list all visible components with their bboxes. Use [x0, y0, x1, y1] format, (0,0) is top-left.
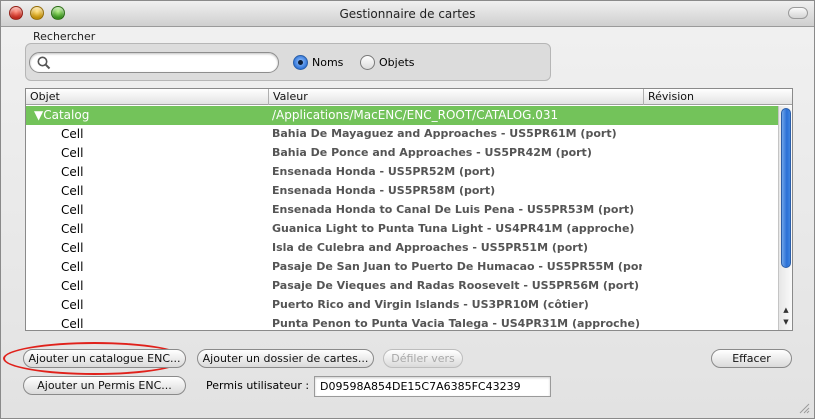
search-input[interactable]	[55, 54, 273, 71]
table-row[interactable]: Cell Ensenada Honda - US5PR52M (port)	[26, 163, 778, 182]
row-value: Isla de Culebra and Approaches - US5PR51…	[272, 241, 589, 254]
row-object: ▼Catalog	[34, 108, 90, 122]
row-object: Cell	[61, 317, 84, 331]
clear-button[interactable]: Effacer	[711, 349, 792, 368]
row-object: Cell	[61, 146, 84, 160]
window-title: Gestionnaire de cartes	[339, 7, 476, 21]
row-object: Cell	[61, 165, 84, 179]
add-chart-folder-button[interactable]: Ajouter un dossier de cartes...	[197, 349, 374, 368]
table-row[interactable]: Cell Isla de Culebra and Approaches - US…	[26, 239, 778, 258]
vertical-scrollbar[interactable]: ▲ ▼	[778, 106, 792, 330]
table-row-catalog[interactable]: ▼Catalog /Applications/MacENC/ENC_ROOT/C…	[26, 106, 778, 125]
row-value: /Applications/MacENC/ENC_ROOT/CATALOG.03…	[272, 108, 559, 122]
table-row[interactable]: Cell Pasaje De Vieques and Radas Rooseve…	[26, 277, 778, 296]
row-value: Ensenada Honda to Canal De Luis Pena - U…	[272, 203, 635, 216]
search-group-caption: Rechercher	[33, 30, 96, 43]
row-value: Ensenada Honda - US5PR58M (port)	[272, 184, 496, 197]
row-value: Bahia De Mayaguez and Approaches - US5PR…	[272, 127, 617, 140]
user-permit-label: Permis utilisateur :	[206, 379, 310, 392]
chart-manager-window: Gestionnaire de cartes Rechercher Noms O…	[0, 0, 815, 419]
table-row[interactable]: Cell Pasaje De San Juan to Puerto De Hum…	[26, 258, 778, 277]
row-object: Cell	[61, 298, 84, 312]
table-row[interactable]: Cell Bahia De Mayaguez and Approaches - …	[26, 125, 778, 144]
radio-objects-label[interactable]: Objets	[379, 56, 415, 69]
row-value: Pasaje De Vieques and Radas Roosevelt - …	[272, 279, 640, 292]
radio-names-label[interactable]: Noms	[312, 56, 343, 69]
table-row[interactable]: Cell Ensenada Honda to Canal De Luis Pen…	[26, 201, 778, 220]
row-value: Guanica Light to Punta Tuna Light - US4P…	[272, 222, 635, 235]
table-row[interactable]: Cell Puerto Rico and Virgin Islands - US…	[26, 296, 778, 315]
table-body: ▼Catalog /Applications/MacENC/ENC_ROOT/C…	[26, 106, 778, 331]
row-value: Punta Penon to Punta Vacia Talega - US4P…	[272, 317, 640, 330]
row-value: Puerto Rico and Virgin Islands - US3PR10…	[272, 298, 589, 311]
column-header-revision[interactable]: Révision	[644, 90, 784, 104]
row-object: Cell	[61, 203, 84, 217]
row-object: Cell	[61, 279, 84, 293]
radio-objects[interactable]	[360, 55, 375, 70]
add-enc-catalog-button[interactable]: Ajouter un catalogue ENC...	[23, 349, 186, 368]
table-row[interactable]: Cell Punta Penon to Punta Vacia Talega -…	[26, 315, 778, 331]
row-object: Cell	[61, 241, 84, 255]
row-object: Cell	[61, 222, 84, 236]
scroll-down-arrow-icon[interactable]: ▼	[780, 316, 792, 328]
toolbar-toggle-icon[interactable]	[788, 7, 808, 19]
row-value: Ensenada Honda - US5PR52M (port)	[272, 165, 496, 178]
user-permit-field[interactable]: D09598A854DE15C7A6385FC43239	[314, 376, 551, 397]
table-row[interactable]: Cell Ensenada Honda - US5PR58M (port)	[26, 182, 778, 201]
search-icon	[37, 56, 51, 70]
add-enc-permit-button[interactable]: Ajouter un Permis ENC...	[23, 376, 186, 395]
table-header: Objet Valeur Révision	[26, 89, 792, 105]
table-row[interactable]: Cell Bahia De Ponce and Approaches - US5…	[26, 144, 778, 163]
column-header-object[interactable]: Objet	[26, 90, 269, 104]
row-object: Cell	[61, 184, 84, 198]
charts-table[interactable]: Objet Valeur Révision ▼Catalog /Applicat…	[25, 88, 793, 331]
column-header-value[interactable]: Valeur	[269, 90, 644, 104]
scroll-up-arrow-icon[interactable]: ▲	[780, 304, 792, 316]
row-object: Cell	[61, 260, 84, 274]
radio-names[interactable]	[293, 55, 308, 70]
row-object: Cell	[61, 127, 84, 141]
row-value: Bahia De Ponce and Approaches - US5PR42M…	[272, 146, 592, 159]
scrollbar-thumb[interactable]	[781, 108, 791, 268]
scroll-to-button[interactable]: Défiler vers	[383, 349, 463, 368]
row-value: Pasaje De San Juan to Puerto De Humacao …	[272, 260, 642, 273]
resize-grip-icon[interactable]	[798, 402, 810, 414]
table-row[interactable]: Cell Guanica Light to Punta Tuna Light -…	[26, 220, 778, 239]
title-bar[interactable]: Gestionnaire de cartes	[1, 1, 814, 27]
